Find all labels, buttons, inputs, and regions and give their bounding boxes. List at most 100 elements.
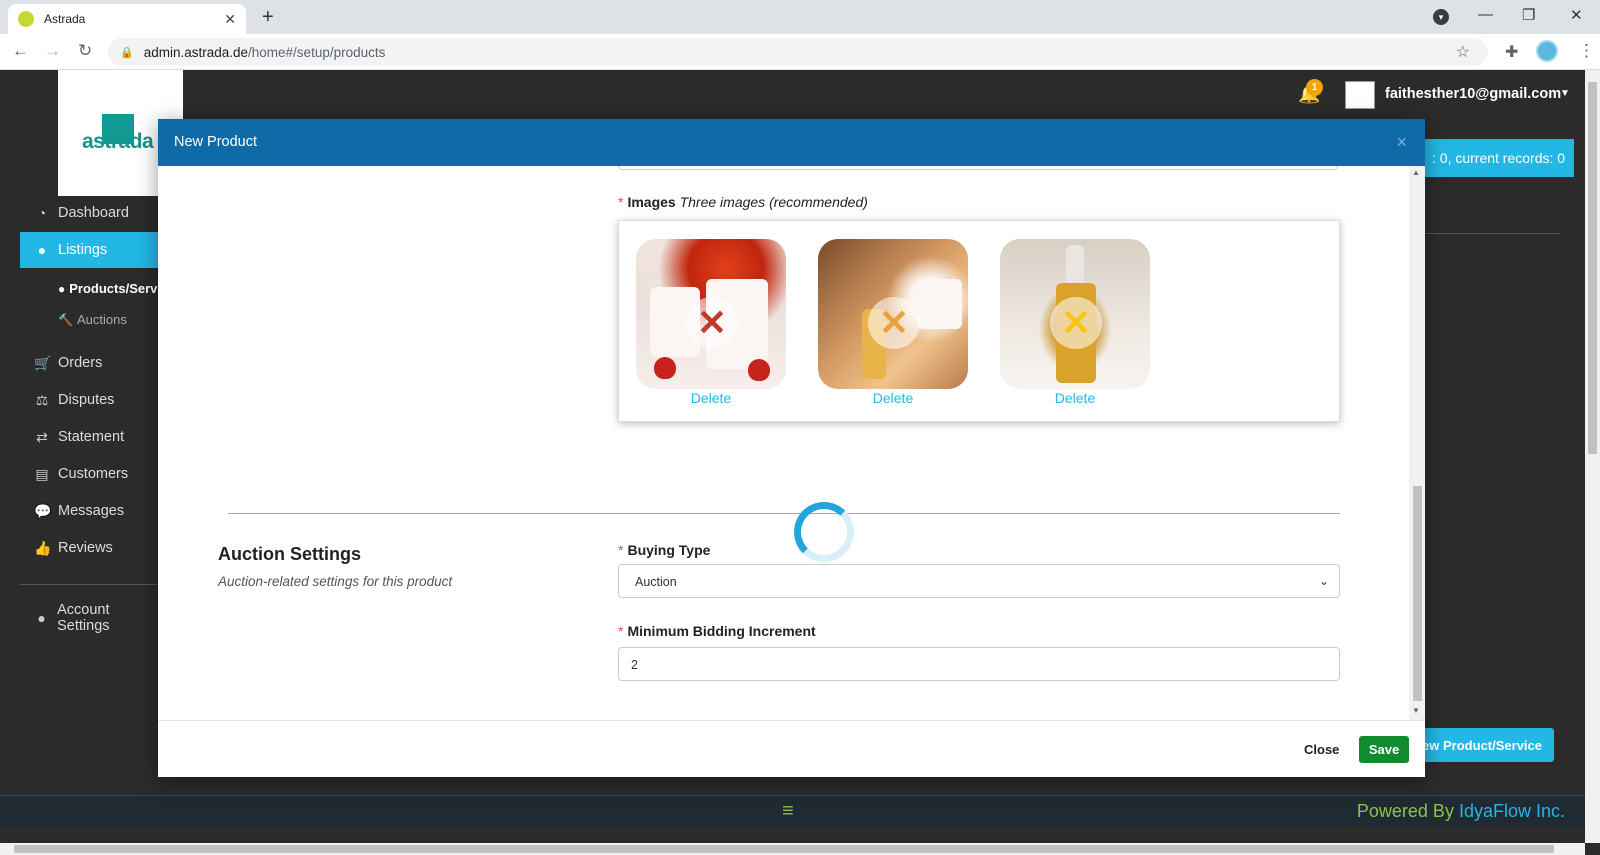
modal-footer: Close Save bbox=[158, 720, 1425, 777]
product-image-thumbnail[interactable]: ✕ bbox=[1000, 239, 1150, 389]
images-hint: Three images (recommended) bbox=[679, 194, 868, 210]
image-detail bbox=[918, 279, 962, 329]
user-circle-icon: ● bbox=[37, 610, 46, 626]
profile-avatar-icon[interactable] bbox=[1536, 40, 1558, 62]
delete-image-link[interactable]: Delete bbox=[818, 390, 968, 406]
required-marker: * bbox=[618, 542, 624, 558]
new-product-service-button[interactable]: New Product/Service bbox=[1404, 728, 1554, 762]
remove-image-icon[interactable]: ✕ bbox=[868, 297, 920, 349]
tab-search-icon[interactable]: ▾ bbox=[1433, 9, 1449, 25]
logo-text: astrada bbox=[82, 130, 154, 153]
page-scroll-thumb[interactable] bbox=[1588, 82, 1597, 454]
modal-scrollbar[interactable]: ▲ ▼ bbox=[1409, 166, 1425, 720]
address-bar[interactable]: 🔒 admin.astrada.de/home#/setup/products … bbox=[108, 38, 1488, 66]
sidebar-item-customers[interactable]: ▤ Customers bbox=[20, 456, 160, 492]
sidebar-item-statement[interactable]: ⇄ Statement bbox=[20, 419, 160, 455]
sidebar-item-reviews[interactable]: 👍 Reviews bbox=[20, 530, 160, 566]
scroll-down-icon[interactable]: ▼ bbox=[1412, 706, 1420, 715]
required-marker: * bbox=[618, 623, 624, 639]
cart-icon: 🛒 bbox=[34, 354, 52, 371]
scale-icon: ⚖ bbox=[35, 391, 49, 408]
buying-type-label: * Buying Type bbox=[618, 542, 710, 558]
avatar[interactable] bbox=[1345, 81, 1375, 109]
image-detail bbox=[748, 359, 770, 381]
sidebar-item-orders[interactable]: 🛒 Orders bbox=[20, 345, 160, 381]
images-label: * Images Three images (recommended) bbox=[618, 194, 868, 210]
modal-close-icon[interactable]: × bbox=[1396, 132, 1407, 153]
page-horizontal-scrollbar[interactable] bbox=[0, 843, 1585, 855]
delete-image-link[interactable]: Delete bbox=[1000, 390, 1150, 406]
sidebar-item-listings[interactable]: ● Listings bbox=[20, 232, 160, 268]
product-image-thumbnail[interactable]: ✕ bbox=[818, 239, 968, 389]
sidebar-item-account-settings[interactable]: ● Account Settings bbox=[20, 600, 160, 636]
remove-image-icon[interactable]: ✕ bbox=[686, 297, 738, 349]
remove-image-icon[interactable]: ✕ bbox=[1050, 297, 1102, 349]
section-title: Auction Settings bbox=[218, 544, 361, 564]
background-divider bbox=[1420, 233, 1560, 234]
page-hscroll-thumb[interactable] bbox=[14, 845, 1554, 853]
image-card: ✕ Delete bbox=[818, 239, 968, 407]
footer-credit: Powered By IdyaFlow Inc. bbox=[1357, 801, 1565, 822]
previous-field-edge bbox=[618, 166, 1338, 170]
browser-tab[interactable]: Astrada ✕ bbox=[8, 4, 246, 34]
astrada-favicon-icon bbox=[18, 11, 34, 27]
page-vertical-scrollbar[interactable] bbox=[1585, 70, 1600, 843]
lock-icon: 🔒 bbox=[120, 46, 134, 59]
product-image-thumbnail[interactable]: ✕ bbox=[636, 239, 786, 389]
sidebar-subitem-products[interactable]: ● Products/Serv bbox=[58, 281, 157, 296]
sidebar-item-dashboard[interactable]: ◔ Dashboard bbox=[20, 195, 160, 231]
chevron-down-icon: ⌄ bbox=[1318, 574, 1329, 588]
forward-icon[interactable]: → bbox=[44, 41, 61, 61]
sidebar-item-label: Customers bbox=[58, 466, 129, 482]
window-close-button[interactable]: ✕ bbox=[1570, 6, 1583, 24]
records-info-bar: : 0, current records: 0 bbox=[1410, 139, 1574, 177]
sidebar-divider bbox=[20, 584, 160, 585]
dashboard-icon: ◔ bbox=[37, 205, 47, 221]
min-increment-input[interactable]: 2 bbox=[618, 647, 1340, 681]
hamburger-menu-icon[interactable]: ≡ bbox=[782, 800, 794, 823]
sidebar-subitem-label: Products/Serv bbox=[69, 281, 158, 296]
notification-badge: 1 bbox=[1306, 79, 1323, 96]
scroll-up-icon[interactable]: ▲ bbox=[1412, 168, 1420, 177]
buying-type-select[interactable]: Auction ⌄ bbox=[618, 564, 1340, 598]
modal-header: New Product × bbox=[158, 119, 1425, 166]
images-label-text: Images bbox=[627, 194, 676, 210]
caret-down-icon[interactable]: ▼ bbox=[1560, 88, 1570, 99]
modal-scroll-thumb[interactable] bbox=[1413, 486, 1422, 701]
new-product-modal: New Product × * Images Three images (reco… bbox=[158, 119, 1425, 777]
sidebar-subitem-label: Auctions bbox=[76, 312, 127, 327]
modal-title: New Product bbox=[174, 134, 258, 150]
product-icon: ● bbox=[58, 281, 66, 296]
image-card: ✕ Delete bbox=[636, 239, 786, 407]
sidebar-subitem-auctions[interactable]: 🔨 Auctions bbox=[58, 312, 127, 327]
browser-tab-bar: Astrada ✕ + ▾ — ❐ ✕ bbox=[0, 0, 1600, 34]
restore-button[interactable]: ❐ bbox=[1522, 6, 1535, 24]
sidebar-item-label: Account Settings bbox=[57, 602, 110, 634]
sidebar-item-disputes[interactable]: ⚖ Disputes bbox=[20, 382, 160, 418]
reload-icon[interactable]: ↻ bbox=[78, 41, 92, 61]
save-button[interactable]: Save bbox=[1359, 736, 1409, 763]
required-marker: * bbox=[618, 194, 624, 210]
sidebar-item-label: Statement bbox=[58, 429, 125, 445]
back-icon[interactable]: ← bbox=[12, 41, 29, 61]
sidebar-item-label: Reviews bbox=[58, 540, 113, 556]
close-button[interactable]: Close bbox=[1304, 742, 1339, 757]
delete-image-link[interactable]: Delete bbox=[636, 390, 786, 406]
tab-close-icon[interactable]: ✕ bbox=[224, 11, 236, 28]
loading-spinner bbox=[794, 502, 854, 562]
user-email-menu[interactable]: faithesther10@gmail.com bbox=[1385, 86, 1561, 102]
footer-brand-link[interactable]: IdyaFlow Inc. bbox=[1459, 801, 1565, 821]
min-increment-label: * Minimum Bidding Increment bbox=[618, 623, 816, 639]
sidebar-item-label: Messages bbox=[58, 503, 125, 519]
browser-toolbar: ← → ↻ 🔒 admin.astrada.de/home#/setup/pro… bbox=[0, 34, 1600, 70]
browser-menu-icon[interactable]: ⋮ bbox=[1578, 41, 1595, 61]
images-panel: ✕ Delete ✕ Delete ✕ Delete bbox=[618, 220, 1340, 422]
new-tab-button[interactable]: + bbox=[262, 6, 274, 29]
extensions-icon[interactable]: ✚ bbox=[1505, 42, 1518, 62]
minimize-button[interactable]: — bbox=[1478, 6, 1493, 23]
footer-powered-text: Powered By bbox=[1356, 801, 1459, 821]
tab-title: Astrada bbox=[44, 12, 86, 26]
sidebar-item-messages[interactable]: 💬 Messages bbox=[20, 493, 160, 529]
sidebar-item-label: Listings bbox=[58, 242, 108, 258]
bookmark-star-icon[interactable]: ☆ bbox=[1456, 42, 1470, 62]
